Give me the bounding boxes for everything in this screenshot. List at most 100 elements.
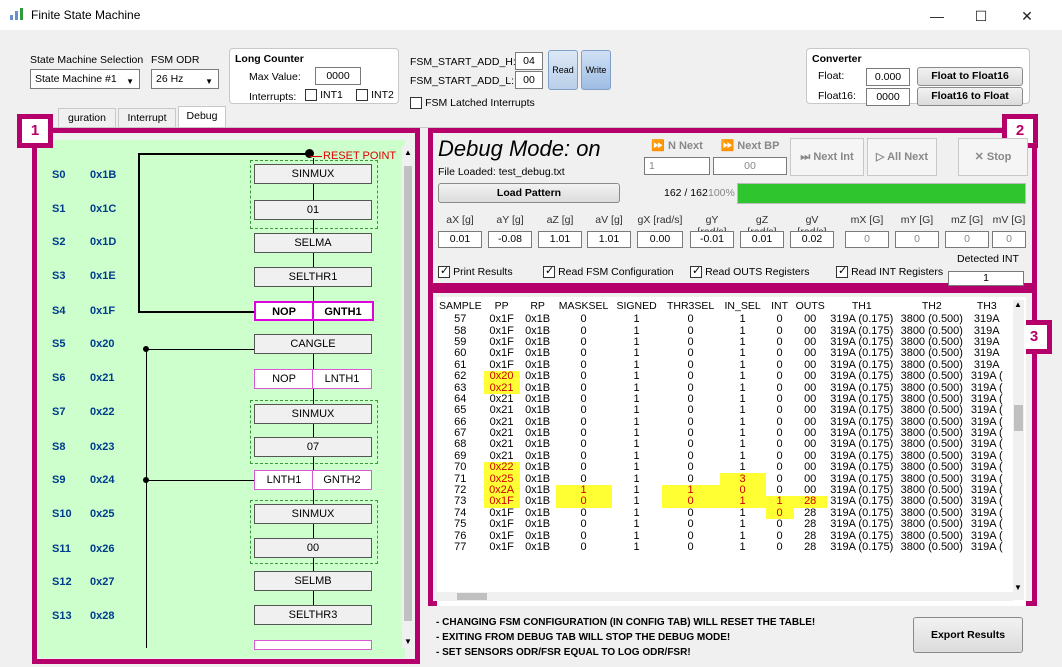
state-param-2[interactable]: 07 <box>254 437 372 457</box>
table-cell: 319A (0.175) <box>830 541 894 553</box>
read-outs-checkbox[interactable]: Read OUTS Registers <box>690 266 810 279</box>
column-header[interactable]: SIGNED <box>612 297 662 314</box>
table-row[interactable]: 65 0x21 0x1B 0 1 0 1 0 00 319A (0.175) 3800 (0.500… <box>437 405 1007 416</box>
fsm-state-label: S11 <box>52 543 71 555</box>
state-sinmux-3[interactable]: SINMUX <box>254 504 372 524</box>
scroll-thumb[interactable] <box>404 166 412 621</box>
scroll-thumb[interactable] <box>1014 405 1023 431</box>
float16-to-float-button[interactable]: Float16 to Float <box>917 87 1023 106</box>
int1-checkbox[interactable]: INT1 <box>305 89 343 102</box>
export-results-button[interactable]: Export Results <box>913 617 1023 653</box>
int2-label: INT2 <box>371 89 394 101</box>
fsm-state-address: 0x1C <box>90 203 117 215</box>
column-header[interactable]: TH1 <box>827 297 897 314</box>
latched-interrupts-checkbox[interactable]: FSM Latched Interrupts <box>410 97 535 110</box>
state-sinmux-2[interactable]: SINMUX <box>254 404 372 424</box>
start-add-l-input[interactable]: 00 <box>515 71 543 89</box>
table-row[interactable]: 57 0x1F 0x1B 0 1 0 1 0 00 319A (0.175) 3800 (0.500… <box>437 313 1007 326</box>
detected-int-value: 1 <box>948 271 1024 286</box>
column-header[interactable]: IN_SEL <box>720 297 766 314</box>
table-row[interactable]: 68 0x21 0x1B 0 1 0 1 0 00 319A (0.175) 3800 (0.500… <box>437 439 1007 450</box>
tab-debug[interactable]: Debug <box>178 106 226 127</box>
int2-checkbox[interactable]: INT2 <box>356 89 394 102</box>
next-bp-button[interactable]: ⏩ Next BP <box>713 138 787 156</box>
n-next-input[interactable]: 1 <box>644 157 710 175</box>
scroll-down-icon[interactable]: ▼ <box>404 637 412 646</box>
table-cell: 28 <box>804 518 817 531</box>
minimize-button[interactable]: — <box>922 6 952 26</box>
stop-label: Stop <box>986 151 1012 163</box>
column-header[interactable]: RP <box>520 297 556 314</box>
state-lnth1-2[interactable]: LNTH1 <box>254 470 314 490</box>
float-input[interactable]: 0.000 <box>866 68 910 86</box>
state-lnth1[interactable]: LNTH1 <box>312 369 372 389</box>
next-bp-input[interactable]: 00 <box>713 157 787 175</box>
next-int-button[interactable]: ⏭ Next Int <box>790 138 864 176</box>
state-nop-2[interactable]: NOP <box>254 369 314 389</box>
write-button[interactable]: Write <box>581 50 611 90</box>
fsm-state-label: S4 <box>52 305 66 317</box>
table-hscrollbar[interactable] <box>437 592 1013 601</box>
state-gnth1[interactable]: GNTH1 <box>312 301 374 321</box>
table-cell: 00 <box>804 438 817 451</box>
all-next-button[interactable]: ▷ All Next <box>867 138 937 176</box>
stop-button[interactable]: ✕ Stop <box>958 138 1028 176</box>
state-nop[interactable]: NOP <box>254 301 314 321</box>
table-row[interactable]: 73 0x1F 0x1B 0 1 0 1 1 28 319A (0.175) 3800 (0.500… <box>437 496 1007 508</box>
table-scrollbar[interactable]: ▲ ▼ <box>1013 300 1024 600</box>
print-results-checkbox[interactable]: Print Results <box>438 266 513 279</box>
column-header[interactable]: THR3SEL <box>662 297 720 314</box>
state-cangle[interactable]: CANGLE <box>254 334 372 354</box>
n-next-button[interactable]: ⏩ N Next <box>644 138 710 156</box>
tab-interrupt[interactable]: Interrupt <box>118 108 176 127</box>
state-selthr3[interactable]: SELTHR3 <box>254 605 372 625</box>
column-header[interactable]: MASKSEL <box>556 297 612 314</box>
table-cell: 1 <box>739 370 746 383</box>
table-row[interactable]: 60 0x1F 0x1B 0 1 0 1 0 00 319A (0.175) 3800 (0.500… <box>437 348 1007 359</box>
table-row[interactable]: 62 0x20 0x1B 0 1 0 1 0 00 319A (0.175) 3800 (0.500… <box>437 370 1007 383</box>
state-gnth2[interactable]: GNTH2 <box>312 470 372 490</box>
read-int-checkbox[interactable]: Read INT Registers <box>836 266 943 279</box>
sm-selection-select[interactable]: State Machine #1 ▼ <box>30 69 140 89</box>
close-button[interactable]: ✕ <box>1012 6 1042 26</box>
column-header[interactable]: TH3 <box>967 297 1007 314</box>
fsm-scrollbar[interactable]: ▲ ▼ <box>402 146 414 648</box>
state-selmb[interactable]: SELMB <box>254 571 372 591</box>
load-pattern-button[interactable]: Load Pattern <box>438 183 620 203</box>
state-selthr1[interactable]: SELTHR1 <box>254 267 372 287</box>
column-header[interactable]: OUTS <box>794 297 827 314</box>
max-value-input[interactable]: 0000 <box>315 67 361 85</box>
scroll-down-icon[interactable]: ▼ <box>1014 583 1022 592</box>
column-header[interactable]: PP <box>484 297 520 314</box>
table-cell: 0x1B <box>525 518 551 531</box>
column-header[interactable]: INT <box>766 297 794 314</box>
table-cell: 0x1F <box>489 347 514 360</box>
start-add-h-input[interactable]: 04 <box>515 52 543 70</box>
scroll-up-icon[interactable]: ▲ <box>1014 300 1022 309</box>
fsm-state-label: S9 <box>52 474 66 486</box>
table-cell: 0x21 <box>489 404 514 417</box>
tab-configuration[interactable]: guration <box>58 108 116 127</box>
column-header[interactable]: TH2 <box>897 297 967 314</box>
progress-bar <box>737 183 1026 204</box>
column-header[interactable]: SAMPLE <box>437 297 484 314</box>
state-selma[interactable]: SELMA <box>254 233 372 253</box>
read-button[interactable]: Read <box>548 50 578 90</box>
float16-input[interactable]: 0000 <box>866 88 910 106</box>
state-sinmux[interactable]: SINMUX <box>254 164 372 184</box>
read-fsm-config-checkbox[interactable]: Read FSM Configuration <box>543 266 674 279</box>
hscroll-thumb[interactable] <box>457 593 487 600</box>
state-param-3[interactable]: 00 <box>254 538 372 558</box>
table-row[interactable]: 70 0x22 0x1B 0 1 0 1 0 00 319A (0.175) 3800 (0.500… <box>437 461 1007 474</box>
table-cell: 0x1F <box>489 313 514 326</box>
table-cell: 0x1B <box>525 404 551 417</box>
state-param[interactable]: 01 <box>254 200 372 220</box>
float-to-float16-button[interactable]: Float to Float16 <box>917 67 1023 86</box>
table-row[interactable]: 77 0x1F 0x1B 0 1 0 1 0 28 319A (0.175) 3800 (0.500… <box>437 541 1007 553</box>
fsm-state-label: S8 <box>52 441 66 453</box>
table-row[interactable]: 75 0x1F 0x1B 0 1 0 1 0 28 319A (0.175) 3800 (0.500… <box>437 519 1007 530</box>
fsm-odr-select[interactable]: 26 Hz ▼ <box>151 69 219 89</box>
scroll-up-icon[interactable]: ▲ <box>404 148 412 157</box>
table-cell: 0 <box>580 461 587 474</box>
maximize-button[interactable]: ☐ <box>966 6 996 26</box>
